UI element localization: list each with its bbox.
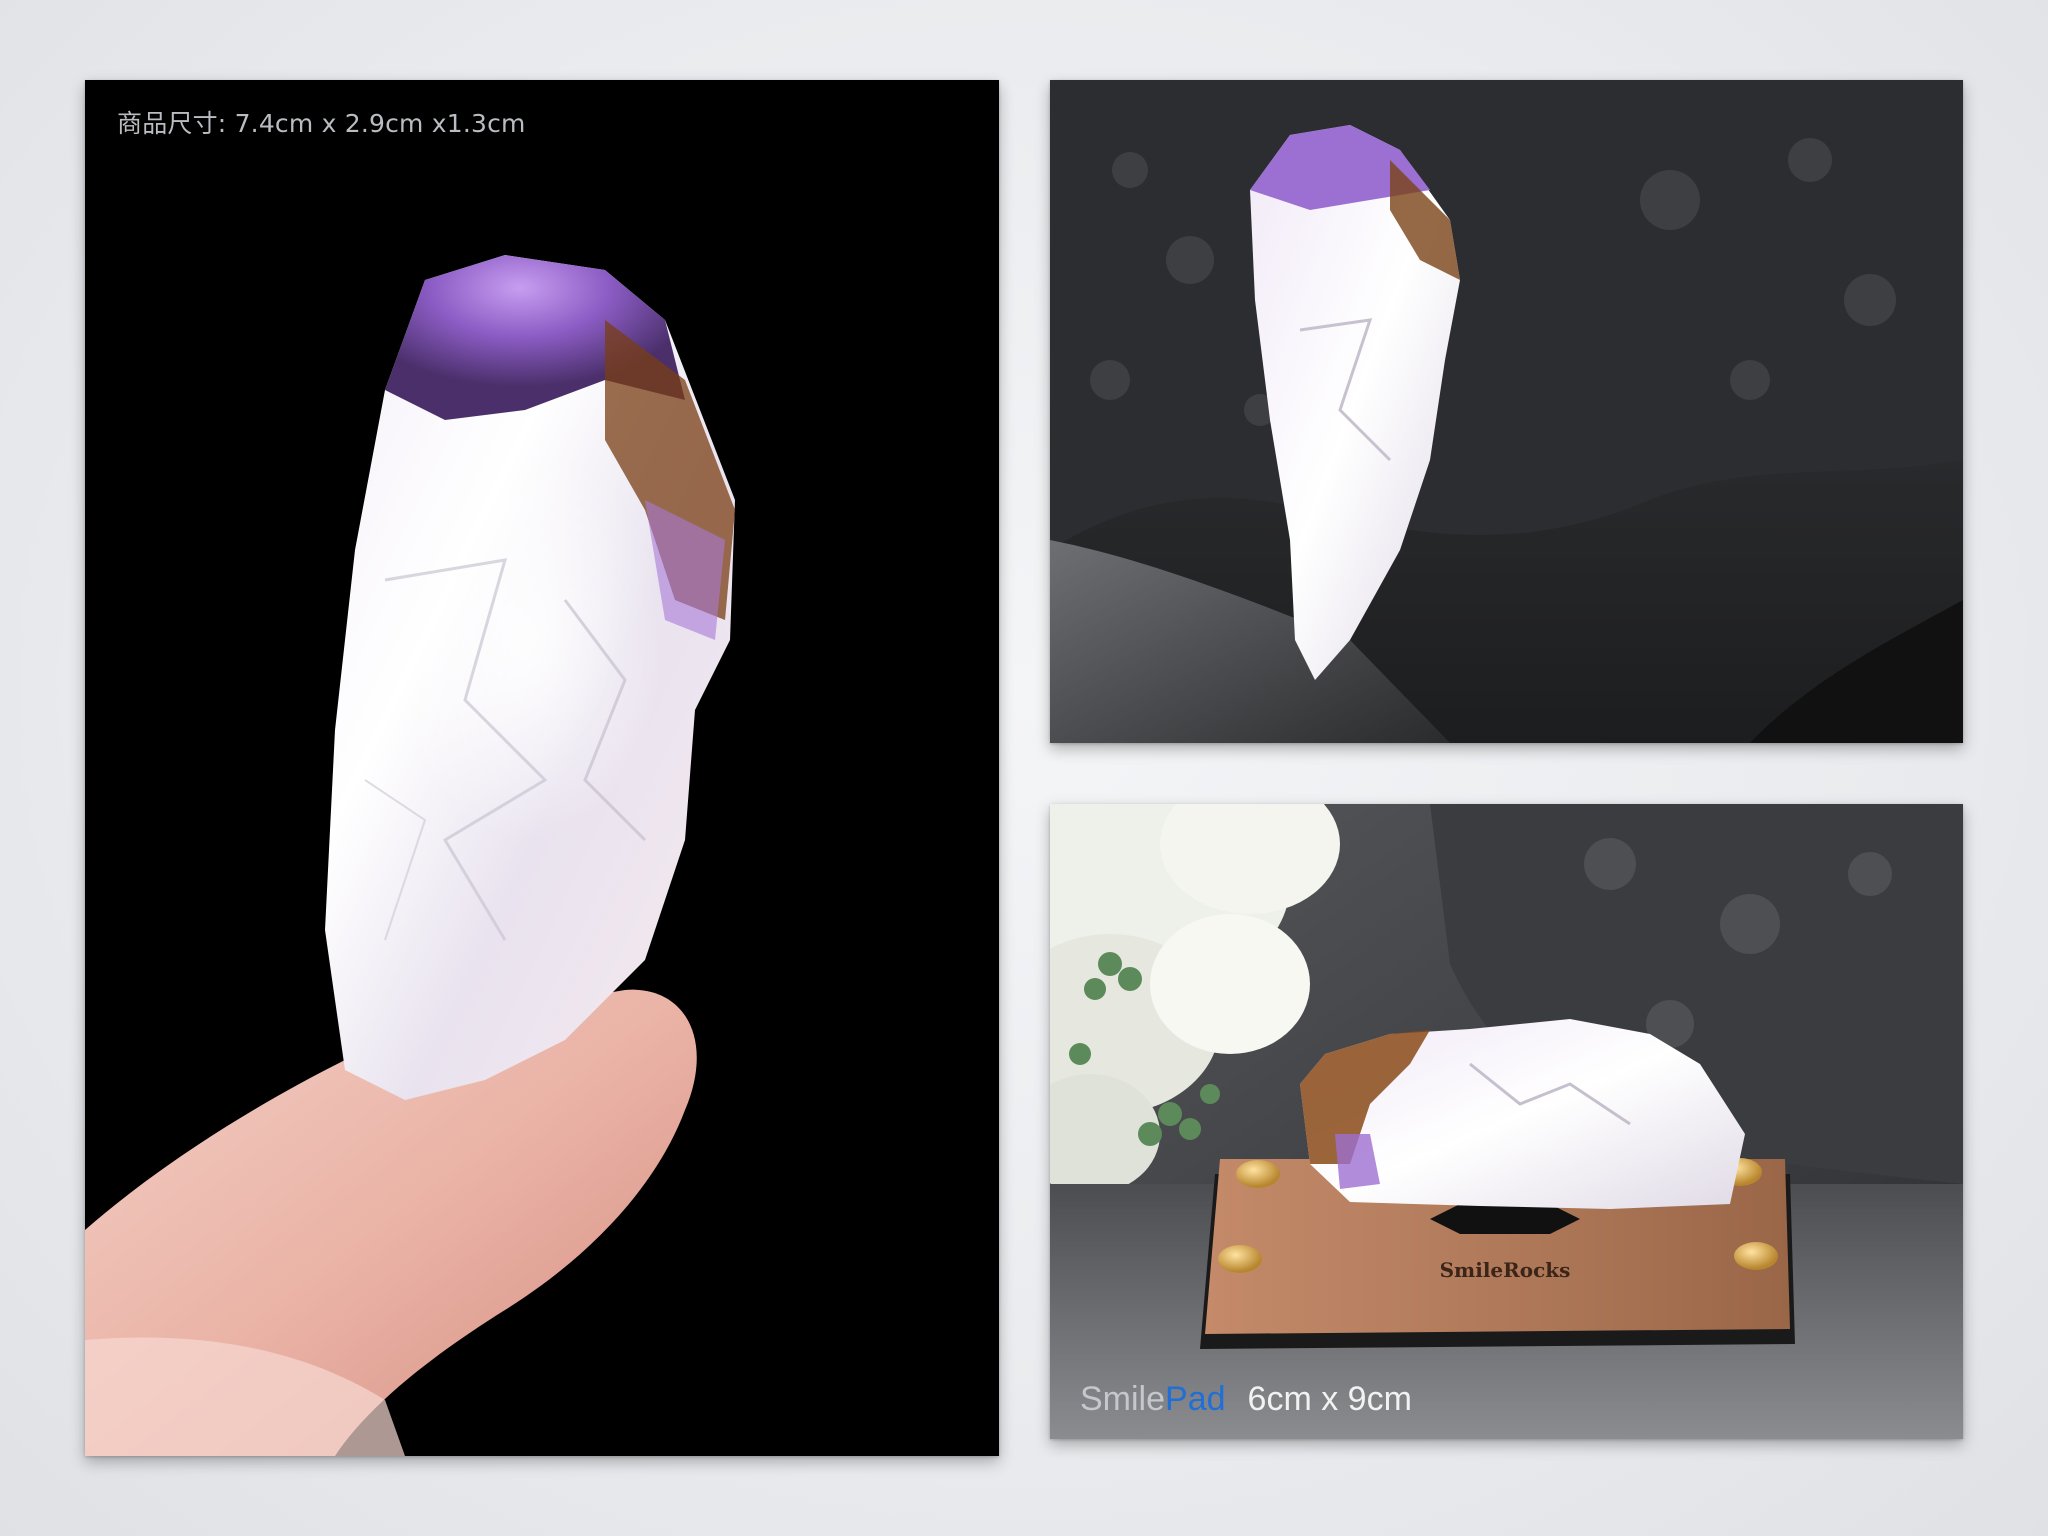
stand-engraving: SmileRocks: [1440, 1258, 1571, 1282]
pad-dimensions-text: 6cm x 9cm: [1247, 1380, 1412, 1418]
crystal-on-rock-illustration: [1050, 80, 1963, 743]
brand-smile-text: Smile: [1080, 1380, 1166, 1418]
photo-crystal-on-stand: SmileRocks SmilePad 6cm x 9cm: [1050, 804, 1963, 1439]
photo-crystal-on-rock: [1050, 80, 1963, 743]
crystal-in-hand-illustration: [85, 80, 999, 1456]
photo-crystal-in-hand: 商品尺寸: 7.4cm x 2.9cm x1.3cm: [85, 80, 999, 1456]
product-size-caption: 商品尺寸: 7.4cm x 2.9cm x1.3cm: [117, 109, 526, 138]
smilepad-size-caption: SmilePad 6cm x 9cm: [1080, 1380, 1412, 1419]
brand-pad-text: Pad: [1165, 1380, 1226, 1418]
crystal-on-stand-illustration: SmileRocks: [1050, 804, 1963, 1439]
